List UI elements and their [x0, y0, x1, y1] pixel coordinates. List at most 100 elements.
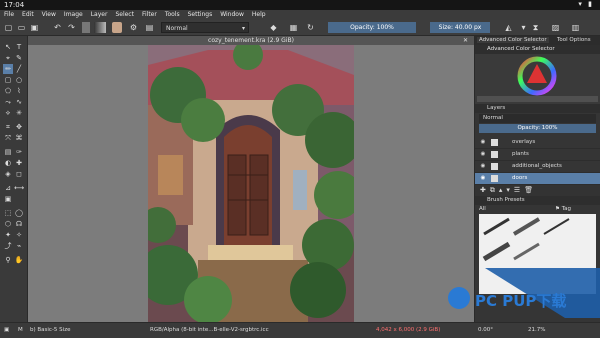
document-title: cozy_tenement.kra (2.9 GiB) — [208, 37, 294, 44]
rotation-value[interactable]: 0.00° — [478, 323, 493, 338]
bezier-tool-icon[interactable]: ⤳ — [3, 97, 13, 107]
save-icon[interactable]: ▣ — [29, 22, 40, 33]
multibrush-icon[interactable]: ✳ — [14, 108, 24, 118]
smart-patch-icon[interactable]: ✚ — [14, 158, 24, 168]
brush-icon[interactable]: ▣ — [4, 323, 9, 338]
similar-select-icon[interactable]: ✧ — [14, 230, 24, 240]
eye-icon[interactable]: ◉ — [479, 161, 487, 172]
layer-blend-select[interactable]: Normal — [479, 114, 596, 123]
mirror-vertical-icon[interactable]: ⧗ — [530, 22, 541, 33]
eraser-icon[interactable]: ◆ — [268, 22, 279, 33]
polyline-tool-icon[interactable]: ⌇ — [14, 86, 24, 96]
freehand-brush-icon[interactable]: ✏ — [3, 64, 13, 74]
delete-layer-icon[interactable]: 🗑 — [524, 186, 537, 194]
eye-icon[interactable]: ◉ — [479, 137, 487, 148]
fill-tool-icon[interactable]: ◈ — [3, 169, 13, 179]
current-brush[interactable]: b) Basic-5 Size — [30, 323, 70, 338]
menu-filter[interactable]: Filter — [138, 10, 161, 18]
measure-tool-icon[interactable]: ⟷ — [14, 183, 24, 193]
ellipse-select-icon[interactable]: ◯ — [14, 208, 24, 218]
freehand-select-icon[interactable]: ☊ — [14, 219, 24, 229]
preserve-alpha-icon[interactable]: ▦ — [288, 22, 299, 33]
menu-file[interactable]: File — [0, 10, 18, 18]
document-tab[interactable]: cozy_tenement.kra (2.9 GiB) ✕ — [28, 36, 474, 45]
workspace-icon[interactable]: ▥ — [570, 22, 581, 33]
gradient-swatch[interactable] — [82, 22, 90, 33]
contiguous-select-icon[interactable]: ✦ — [3, 230, 13, 240]
tab-advanced-color-selector[interactable]: Advanced Color Selector — [477, 37, 549, 43]
move-down-icon[interactable]: ▾ — [506, 186, 514, 194]
open-folder-icon[interactable]: ▭ — [16, 22, 27, 33]
gradient-tool-icon[interactable]: ▤ — [3, 147, 13, 157]
menu-help[interactable]: Help — [248, 10, 270, 18]
magnetic-select-icon[interactable]: ⌁ — [14, 241, 24, 251]
edit-shapes-icon[interactable]: ⌖ — [3, 53, 13, 63]
opacity-slider[interactable]: Opacity: 100% — [328, 22, 416, 33]
menu-settings[interactable]: Settings — [184, 10, 217, 18]
bezier-select-icon[interactable]: ⤴ — [3, 241, 13, 251]
color-picker-icon[interactable]: ✑ — [14, 147, 24, 157]
calligraphy-icon[interactable]: ✎ — [14, 53, 24, 63]
layer-row[interactable]: ◉ plants — [475, 149, 600, 161]
layer-row[interactable]: ◉ additional_objects — [475, 161, 600, 173]
reload-preset-icon[interactable]: ↻ — [305, 22, 316, 33]
brush-preset-grid[interactable] — [479, 214, 596, 294]
rect-select-icon[interactable]: ⬚ — [3, 208, 13, 218]
undo-icon[interactable]: ↶ — [52, 22, 63, 33]
menu-image[interactable]: Image — [60, 10, 87, 18]
select-shapes-icon[interactable]: ↖ — [3, 42, 13, 52]
close-document-icon[interactable]: ✕ — [463, 36, 468, 45]
color-model: RGB/Alpha (8-bit inte...B-elle-V2-srgbtr… — [150, 327, 269, 333]
edit-brush-icon[interactable]: ⚙ — [128, 22, 139, 33]
mirror-horizontal-icon[interactable]: ◭ — [503, 22, 514, 33]
ellipse-tool-icon[interactable]: ○ — [14, 75, 24, 85]
tag-icon[interactable]: ⚑ Tag — [555, 205, 571, 214]
assistant-tool-icon[interactable]: ⊿ — [3, 183, 13, 193]
zoom-tool-icon[interactable]: ⚲ — [3, 255, 13, 265]
text-tool-icon[interactable]: T — [14, 42, 24, 52]
duplicate-layer-icon[interactable]: ⧉ — [490, 186, 499, 194]
menu-edit[interactable]: Edit — [18, 10, 38, 18]
brush-preset-icon[interactable] — [112, 22, 122, 33]
dynamic-brush-icon[interactable]: ⟡ — [3, 108, 13, 118]
canvas-area[interactable]: cozy_tenement.kra (2.9 GiB) ✕ — [28, 36, 474, 322]
reference-images-icon[interactable]: ▣ — [3, 194, 13, 204]
layer-opacity-slider[interactable]: Opacity: 100% — [479, 124, 596, 133]
menu-layer[interactable]: Layer — [87, 10, 112, 18]
eye-icon[interactable]: ◉ — [479, 149, 487, 160]
move-tool-icon[interactable]: ✥ — [14, 122, 24, 132]
polygon-select-icon[interactable]: ⬡ — [3, 219, 13, 229]
size-slider[interactable]: Size: 40.00 px — [430, 22, 490, 33]
layer-row-selected[interactable]: ◉ doors — [475, 173, 600, 185]
pan-tool-icon[interactable]: ✋ — [14, 255, 24, 265]
eye-icon[interactable]: ◉ — [479, 173, 487, 184]
freehand-path-icon[interactable]: ∿ — [14, 97, 24, 107]
polygon-tool-icon[interactable]: ⬠ — [3, 86, 13, 96]
crop-tool-icon[interactable]: ⌗ — [3, 122, 13, 132]
menu-view[interactable]: View — [38, 10, 60, 18]
colorize-mask-icon[interactable]: ◐ — [3, 158, 13, 168]
blend-mode-select[interactable]: Normal ▾ — [161, 22, 249, 33]
menu-select[interactable]: Select — [111, 10, 138, 18]
enclose-fill-icon[interactable]: ◻ — [14, 169, 24, 179]
brush-filter-select[interactable]: All — [479, 206, 486, 212]
pattern-swatch[interactable] — [94, 22, 106, 33]
add-layer-icon[interactable]: ✚ — [480, 186, 490, 194]
zoom-value[interactable]: 21.7% — [528, 323, 545, 338]
menu-tools[interactable]: Tools — [161, 10, 184, 18]
artwork-canvas[interactable] — [148, 45, 354, 322]
layer-thumbnail — [491, 151, 498, 158]
mirror-dropdown-icon[interactable]: ▾ — [518, 22, 529, 33]
transform-tool-icon[interactable]: ⤧ — [3, 133, 13, 143]
tab-tool-options[interactable]: Tool Options — [555, 37, 593, 43]
menu-window[interactable]: Window — [216, 10, 248, 18]
wrap-around-icon[interactable]: ▨ — [550, 22, 561, 33]
properties-icon[interactable]: ☰ — [514, 186, 524, 194]
color-selector[interactable] — [475, 54, 600, 104]
line-tool-icon[interactable]: ╱ — [14, 64, 24, 74]
rectangle-tool-icon[interactable]: ▢ — [3, 75, 13, 85]
layer-row[interactable]: ◉ overlays — [475, 137, 600, 149]
redo-icon[interactable]: ↷ — [66, 22, 77, 33]
warp-tool-icon[interactable]: ⌘ — [14, 133, 24, 143]
new-document-icon[interactable]: ▢ — [3, 22, 14, 33]
